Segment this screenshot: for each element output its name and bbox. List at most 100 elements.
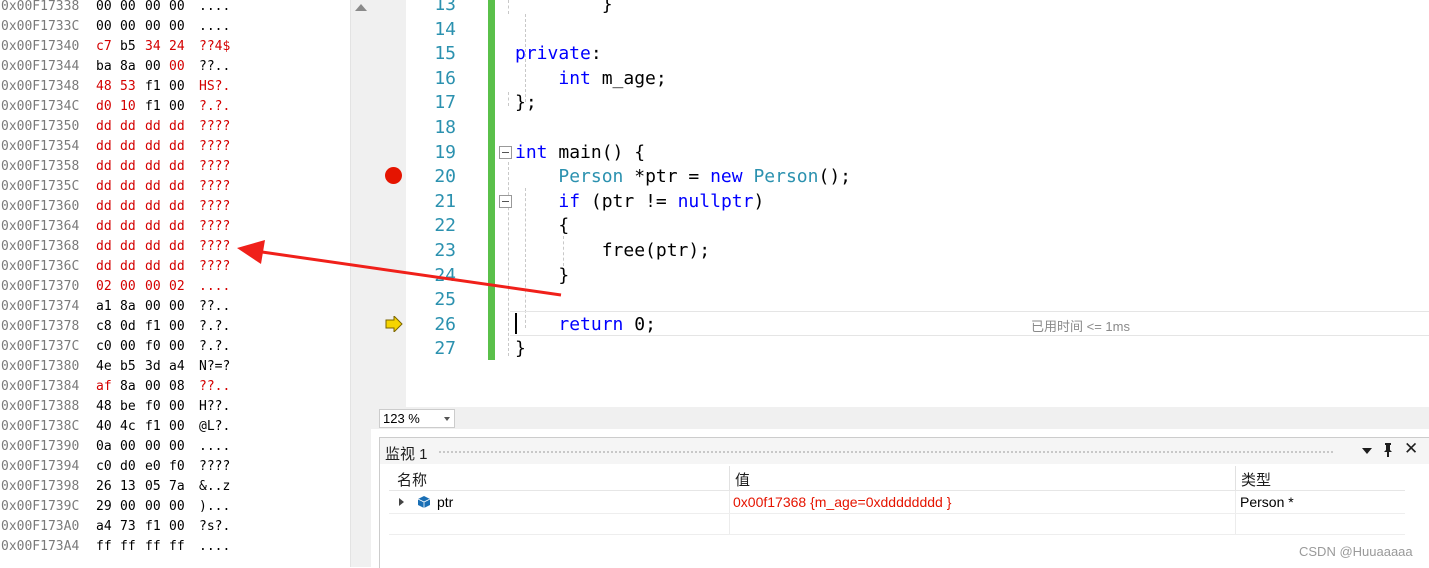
memory-byte[interactable]: dd	[96, 217, 112, 237]
memory-byte[interactable]: f1	[145, 517, 161, 537]
memory-byte[interactable]: 8a	[120, 377, 136, 397]
memory-byte[interactable]: 00	[145, 0, 161, 17]
memory-byte[interactable]: 00	[169, 437, 185, 457]
memory-byte[interactable]: c7	[96, 37, 112, 57]
memory-byte[interactable]: 53	[120, 77, 136, 97]
memory-byte[interactable]: ff	[169, 537, 185, 557]
code-line[interactable]: Person *ptr = new Person();	[515, 165, 851, 189]
memory-byte[interactable]: c0	[96, 337, 112, 357]
code-line[interactable]: }	[515, 264, 569, 288]
memory-byte[interactable]: 00	[96, 0, 112, 17]
memory-row[interactable]: 0x00F17370 02 00 00 02....	[0, 277, 350, 297]
memory-byte[interactable]: dd	[145, 217, 161, 237]
memory-byte[interactable]: 73	[120, 517, 136, 537]
memory-byte[interactable]: dd	[120, 197, 136, 217]
memory-byte[interactable]: ff	[96, 537, 112, 557]
memory-byte[interactable]: 48	[96, 77, 112, 97]
memory-byte[interactable]: f0	[145, 337, 161, 357]
memory-byte[interactable]: f1	[145, 317, 161, 337]
memory-row[interactable]: 0x00F17398 26 13 05 7a &..z	[0, 477, 350, 497]
memory-row[interactable]: 0x00F1737C c0 00 f0 00?.?.	[0, 337, 350, 357]
memory-byte[interactable]: 00	[145, 297, 161, 317]
memory-byte[interactable]: 00	[120, 17, 136, 37]
code-line[interactable]: if (ptr != nullptr)	[515, 190, 764, 214]
code-line[interactable]: };	[515, 91, 537, 115]
memory-byte[interactable]: dd	[169, 257, 185, 277]
memory-byte[interactable]: 0a	[96, 437, 112, 457]
breakpoint-icon[interactable]	[385, 167, 402, 184]
memory-byte[interactable]: dd	[96, 257, 112, 277]
memory-window[interactable]: 0x00F17338 00 00 00 00.... 0x00F1733C 00 00 00 00…	[0, 0, 350, 567]
memory-byte[interactable]: dd	[96, 157, 112, 177]
code-line[interactable]: {	[515, 214, 569, 238]
memory-byte[interactable]: 00	[169, 0, 185, 17]
memory-row[interactable]: 0x00F17388 48 be f0 00 H??.	[0, 397, 350, 417]
watch-window[interactable]: 监视 1 ✕ 名称 值 类型 ptr 0x00f17368 {m_age=0xd…	[379, 437, 1429, 568]
pin-icon[interactable]	[1382, 442, 1394, 463]
memory-byte[interactable]: dd	[120, 217, 136, 237]
code-line[interactable]: }	[515, 337, 526, 361]
memory-row[interactable]: 0x00F173A4 ff ff ff ff....	[0, 537, 350, 557]
memory-byte[interactable]: 10	[120, 97, 136, 117]
memory-row[interactable]: 0x00F17360 dd dd dd dd????	[0, 197, 350, 217]
memory-byte[interactable]: dd	[169, 157, 185, 177]
memory-byte[interactable]: 00	[169, 497, 185, 517]
memory-byte[interactable]: 00	[169, 57, 185, 77]
memory-row[interactable]: 0x00F17340 c7 b5 34 24 ??4$	[0, 37, 350, 57]
memory-byte[interactable]: f1	[145, 417, 161, 437]
memory-byte[interactable]: dd	[145, 117, 161, 137]
memory-byte[interactable]: d0	[96, 97, 112, 117]
memory-row[interactable]: 0x00F17394 c0 d0 e0 f0????	[0, 457, 350, 477]
memory-byte[interactable]: dd	[169, 197, 185, 217]
collapse-toggle[interactable]	[499, 195, 512, 208]
memory-row[interactable]: 0x00F1735C dd dd dd dd????	[0, 177, 350, 197]
memory-byte[interactable]: dd	[96, 137, 112, 157]
memory-byte[interactable]: a1	[96, 297, 112, 317]
column-header-name[interactable]: 名称	[397, 469, 427, 490]
memory-byte[interactable]: 00	[120, 437, 136, 457]
memory-byte[interactable]: 00	[120, 277, 136, 297]
glyph-margin[interactable]	[371, 0, 406, 407]
memory-byte[interactable]: c0	[96, 457, 112, 477]
memory-byte[interactable]: 34	[145, 37, 161, 57]
watch-add-row[interactable]	[389, 514, 1405, 535]
memory-byte[interactable]: 4c	[120, 417, 136, 437]
code-line[interactable]: }	[515, 0, 613, 17]
memory-byte[interactable]: dd	[96, 237, 112, 257]
memory-row[interactable]: 0x00F1739C 29 00 00 00)...	[0, 497, 350, 517]
memory-byte[interactable]: 00	[120, 497, 136, 517]
memory-byte[interactable]: b5	[120, 357, 136, 377]
memory-byte[interactable]: dd	[169, 217, 185, 237]
memory-byte[interactable]: 13	[120, 477, 136, 497]
memory-byte[interactable]: 3d	[145, 357, 161, 377]
memory-byte[interactable]: 8a	[120, 297, 136, 317]
memory-byte[interactable]: 02	[169, 277, 185, 297]
watch-title-bar[interactable]: 监视 1 ✕	[380, 438, 1429, 464]
memory-row[interactable]: 0x00F1733C 00 00 00 00....	[0, 17, 350, 37]
memory-byte[interactable]: 8a	[120, 57, 136, 77]
memory-row[interactable]: 0x00F17354 dd dd dd dd????	[0, 137, 350, 157]
memory-byte[interactable]: 24	[169, 37, 185, 57]
memory-row[interactable]: 0x00F17348 48 53 f1 00 HS?.	[0, 77, 350, 97]
collapse-toggle[interactable]	[499, 146, 512, 159]
code-editor[interactable]: 13 } 14 15 private: 16 int m_age; 17}; 18 19 int…	[371, 0, 1429, 407]
memory-byte[interactable]: 00	[145, 377, 161, 397]
memory-byte[interactable]: 00	[169, 517, 185, 537]
column-divider[interactable]	[1235, 466, 1236, 490]
memory-byte[interactable]: 00	[169, 97, 185, 117]
memory-row[interactable]: 0x00F17380 4e b5 3d a4 N?=?	[0, 357, 350, 377]
memory-byte[interactable]: 26	[96, 477, 112, 497]
memory-row[interactable]: 0x00F17338 00 00 00 00....	[0, 0, 350, 17]
memory-byte[interactable]: f0	[145, 397, 161, 417]
column-divider[interactable]	[729, 466, 730, 490]
memory-byte[interactable]: dd	[120, 157, 136, 177]
memory-byte[interactable]: 00	[169, 317, 185, 337]
code-line[interactable]: int m_age;	[515, 67, 666, 91]
memory-byte[interactable]: 00	[169, 337, 185, 357]
memory-byte[interactable]: dd	[145, 237, 161, 257]
memory-byte[interactable]: 7a	[169, 477, 185, 497]
memory-byte[interactable]: dd	[145, 257, 161, 277]
memory-byte[interactable]: 05	[145, 477, 161, 497]
memory-byte[interactable]: a4	[169, 357, 185, 377]
memory-byte[interactable]: dd	[169, 117, 185, 137]
